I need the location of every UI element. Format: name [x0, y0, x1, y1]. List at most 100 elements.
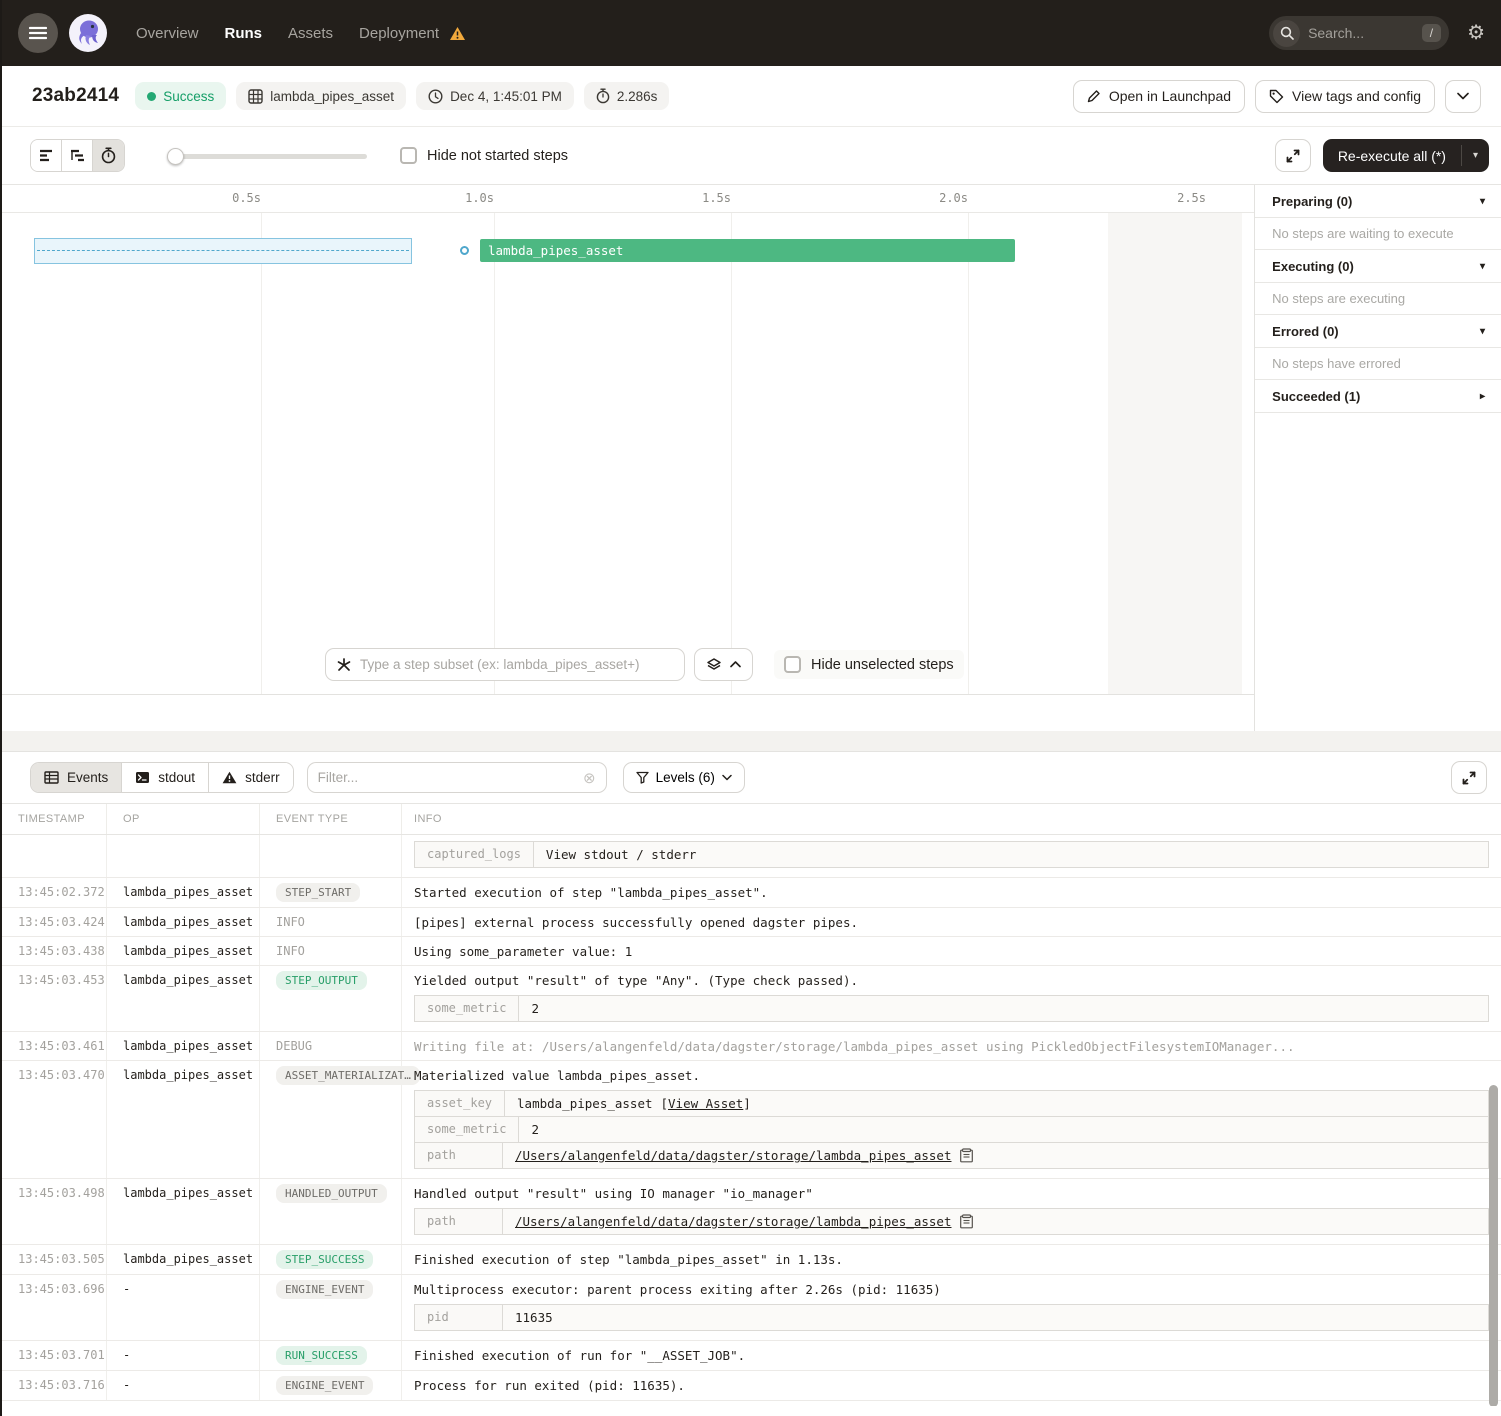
event-row[interactable]: 13:45:03.438lambda_pipes_assetINFOUsing … [2, 937, 1501, 966]
event-row[interactable]: 13:45:03.716-ENGINE_EVENTProcess for run… [2, 1371, 1501, 1401]
metadata-value-text: 2 [531, 1001, 539, 1016]
hamburger-menu-button[interactable] [18, 13, 58, 53]
event-type-badge: STEP_OUTPUT [276, 971, 367, 990]
step-subset-input[interactable] [360, 657, 660, 672]
log-fullscreen-button[interactable] [1451, 761, 1487, 794]
event-op: - [123, 1348, 130, 1362]
metadata-key: some_metric [415, 1117, 519, 1142]
nav-item-assets[interactable]: Assets [288, 25, 333, 42]
log-panel: Events stdout stderr ⊗ Levels [2, 752, 1501, 1416]
gantt-view-mode-group [30, 139, 125, 172]
pencil-icon [1087, 89, 1101, 103]
sidebar-empty-message: No steps have errored [1255, 347, 1501, 379]
event-row[interactable]: 13:45:03.470lambda_pipes_assetASSET_MATE… [2, 1061, 1501, 1179]
event-message: Finished execution of run for "__ASSET_J… [414, 1346, 1493, 1363]
nav-item-overview[interactable]: Overview [136, 25, 199, 42]
sidebar-section-header[interactable]: Errored (0)▾ [1255, 315, 1501, 347]
event-row[interactable]: 13:45:03.498lambda_pipes_assetHANDLED_OU… [2, 1179, 1501, 1245]
sidebar-empty-message: No steps are waiting to execute [1255, 217, 1501, 249]
event-row[interactable]: 13:45:02.372lambda_pipes_assetSTEP_START… [2, 878, 1501, 908]
event-row[interactable]: 13:45:03.424lambda_pipes_assetINFO[pipes… [2, 908, 1501, 937]
col-timestamp: TIMESTAMP [2, 804, 107, 834]
hide-not-started-checkbox[interactable] [400, 147, 417, 164]
event-timestamp-cell: 13:45:03.505 [2, 1245, 107, 1274]
log-filter-input[interactable] [318, 770, 583, 785]
caret-down-icon: ▾ [1480, 326, 1485, 337]
open-in-launchpad-button[interactable]: Open in Launchpad [1073, 80, 1245, 113]
metadata-row: asset_keylambda_pipes_asset[View Asset] [414, 1090, 1489, 1117]
clear-filter-icon[interactable]: ⊗ [583, 769, 596, 787]
settings-gear-icon[interactable]: ⚙ [1467, 23, 1485, 43]
event-row[interactable]: 13:45:03.461lambda_pipes_assetDEBUGWriti… [2, 1032, 1501, 1061]
gantt-zoom-slider[interactable] [167, 140, 367, 171]
event-metadata-table: captured_logsView stdout / stderr [414, 841, 1489, 868]
view-mode-waterfall-button[interactable] [62, 140, 93, 171]
hamburger-icon [29, 26, 47, 40]
sidebar-section-header[interactable]: Executing (0)▾ [1255, 250, 1501, 282]
levels-dropdown[interactable]: Levels (6) [623, 762, 745, 793]
hide-not-started-label: Hide not started steps [427, 148, 568, 164]
step-subset-options-button[interactable] [694, 648, 753, 681]
event-message: Multiprocess executor: parent process ex… [414, 1280, 1493, 1297]
hide-unselected-checkbox[interactable] [784, 656, 801, 673]
search-input[interactable] [1308, 25, 1404, 41]
view-asset-link[interactable]: View Asset [668, 1096, 743, 1111]
reexecute-all-button[interactable]: Re-execute all (*) [1323, 139, 1461, 172]
slider-knob[interactable] [167, 148, 184, 165]
gantt-step-bar[interactable]: lambda_pipes_asset [480, 239, 1015, 262]
copy-to-clipboard-icon[interactable] [960, 1148, 973, 1163]
event-row[interactable]: 13:45:03.701-RUN_SUCCESSFinished executi… [2, 1341, 1501, 1371]
event-row[interactable]: captured_logsView stdout / stderr [2, 835, 1501, 878]
sidebar-section-header[interactable]: Succeeded (1)▸ [1255, 380, 1501, 412]
event-row[interactable]: 13:45:03.505lambda_pipes_assetSTEP_SUCCE… [2, 1245, 1501, 1275]
gantt-fullscreen-button[interactable] [1275, 139, 1311, 172]
run-more-actions-button[interactable] [1445, 80, 1481, 113]
nav-item-runs[interactable]: Runs [225, 25, 263, 42]
metadata-path-link[interactable]: /Users/alangenfeld/data/dagster/storage/… [515, 1214, 952, 1229]
event-metadata-table: path/Users/alangenfeld/data/dagster/stor… [414, 1208, 1489, 1235]
view-tags-config-button[interactable]: View tags and config [1255, 80, 1435, 113]
event-type-label: INFO [276, 944, 305, 958]
metadata-path-link[interactable]: /Users/alangenfeld/data/dagster/storage/… [515, 1148, 952, 1163]
dagster-logo-icon[interactable] [68, 13, 108, 53]
event-type-cell: INFO [260, 908, 402, 936]
event-type-label: DEBUG [276, 1039, 312, 1053]
tab-stderr[interactable]: stderr [209, 763, 293, 792]
run-duration-pill: 2.286s [584, 82, 670, 110]
event-timestamp-cell: 13:45:03.498 [2, 1179, 107, 1244]
event-op-cell [107, 835, 260, 877]
hide-unselected-control[interactable]: Hide unselected steps [774, 650, 964, 679]
event-timestamp-cell: 13:45:03.701 [2, 1341, 107, 1370]
event-type-badge: ENGINE_EVENT [276, 1280, 373, 1299]
copy-to-clipboard-icon[interactable] [960, 1214, 973, 1229]
metadata-value-text: 2 [531, 1122, 539, 1137]
slider-track[interactable] [167, 154, 367, 159]
reexecute-dropdown-button[interactable]: ▾ [1462, 139, 1489, 172]
event-type-cell: ENGINE_EVENT [260, 1275, 402, 1340]
clock-icon [428, 89, 443, 104]
hide-not-started-control[interactable]: Hide not started steps [400, 147, 568, 164]
event-info-cell: Finished execution of step "lambda_pipes… [402, 1245, 1501, 1274]
event-type-cell: STEP_START [260, 878, 402, 907]
log-toolbar: Events stdout stderr ⊗ Levels [2, 752, 1501, 803]
event-info-cell: Materialized value lambda_pipes_asset.as… [402, 1061, 1501, 1178]
sidebar-section-header[interactable]: Preparing (0)▾ [1255, 185, 1501, 217]
caret-down-icon: ▾ [1480, 261, 1485, 272]
tab-stdout[interactable]: stdout [122, 763, 209, 792]
panel-splitter[interactable] [2, 731, 1501, 752]
job-name-pill[interactable]: lambda_pipes_asset [236, 82, 406, 110]
top-nav: Overview Runs Assets Deployment / ⚙ [2, 0, 1501, 66]
axis-gridline [968, 213, 969, 694]
view-mode-flat-button[interactable] [31, 140, 62, 171]
nav-item-deployment[interactable]: Deployment [359, 25, 439, 42]
global-search[interactable]: / [1269, 16, 1449, 50]
event-metadata-table: pid11635 [414, 1304, 1489, 1331]
event-row[interactable]: 13:45:03.453lambda_pipes_assetSTEP_OUTPU… [2, 966, 1501, 1032]
tab-events[interactable]: Events [31, 763, 122, 792]
log-scrollbar[interactable] [1489, 1085, 1498, 1406]
event-type-badge: ASSET_MATERIALIZAT… [276, 1066, 420, 1085]
event-row[interactable]: 13:45:03.696-ENGINE_EVENTMultiprocess ex… [2, 1275, 1501, 1341]
view-mode-timed-button[interactable] [93, 140, 124, 171]
gantt-waiting-box [34, 238, 412, 264]
event-info-cell: captured_logsView stdout / stderr [402, 835, 1501, 877]
